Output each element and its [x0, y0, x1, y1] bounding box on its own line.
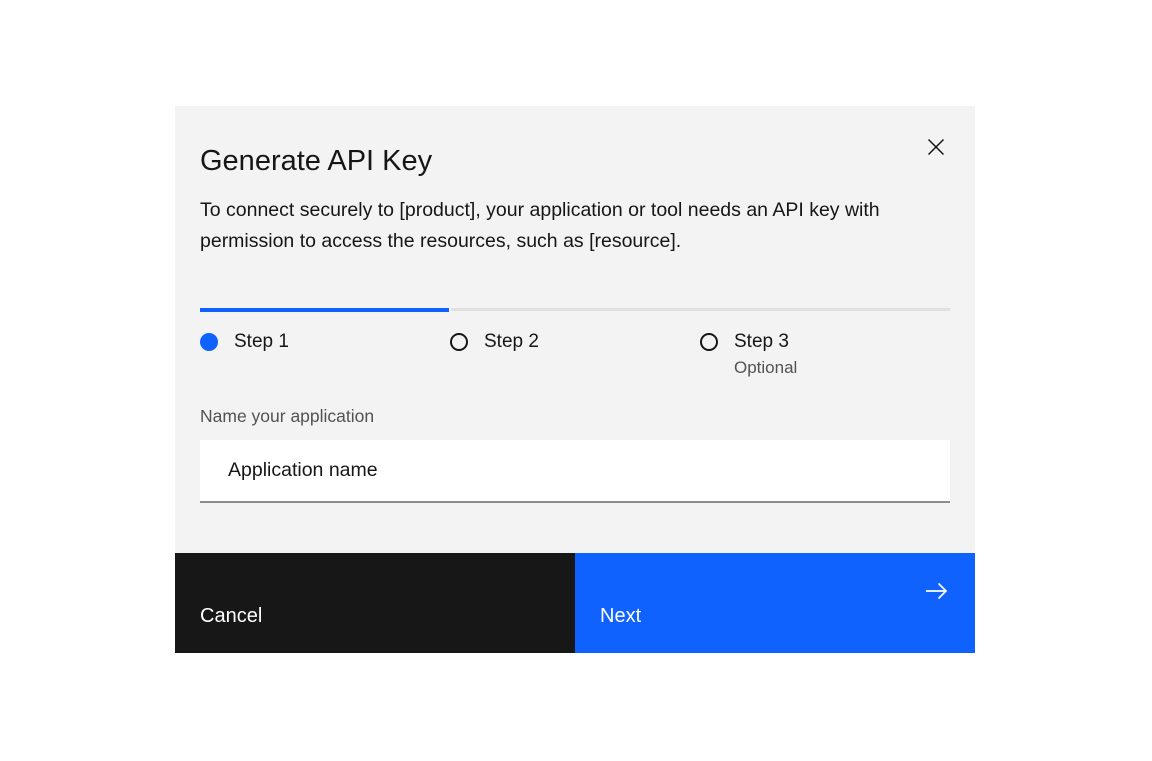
step-label: Step 1 — [234, 330, 289, 354]
step-incomplete-icon — [450, 333, 468, 351]
progress-step-2[interactable]: Step 2 — [450, 330, 700, 379]
next-button-label: Next — [600, 605, 641, 627]
step-current-icon — [200, 333, 218, 351]
step-texts: Step 1 — [234, 330, 289, 354]
progress-step-3[interactable]: Step 3 Optional — [700, 330, 950, 379]
close-button[interactable] — [912, 123, 960, 171]
next-button[interactable]: Next — [575, 553, 975, 653]
application-name-label: Name your application — [200, 405, 374, 427]
step-optional-label: Optional — [734, 357, 797, 379]
step-label: Step 3 — [734, 330, 797, 354]
application-name-input[interactable] — [200, 440, 950, 503]
step-texts: Step 2 — [484, 330, 539, 354]
arrow-right-icon — [923, 578, 949, 604]
step-texts: Step 3 Optional — [734, 330, 797, 379]
progress-step-1[interactable]: Step 1 — [200, 330, 450, 379]
modal-footer: Cancel Next — [175, 553, 975, 653]
generate-api-key-modal: Generate API Key To connect securely to … — [175, 106, 975, 653]
modal-description: To connect securely to [product], your a… — [200, 195, 917, 257]
progress-segment-remaining — [451, 308, 950, 311]
step-incomplete-icon — [700, 333, 718, 351]
progress-track — [200, 308, 950, 312]
progress-segment-current — [200, 308, 449, 312]
close-icon — [925, 136, 947, 158]
page-background: Generate API Key To connect securely to … — [0, 0, 1152, 761]
cancel-button[interactable]: Cancel — [175, 553, 575, 653]
step-label: Step 2 — [484, 330, 539, 354]
progress-steps: Step 1 Step 2 Step 3 Optional — [200, 330, 950, 379]
modal-title: Generate API Key — [200, 143, 432, 179]
